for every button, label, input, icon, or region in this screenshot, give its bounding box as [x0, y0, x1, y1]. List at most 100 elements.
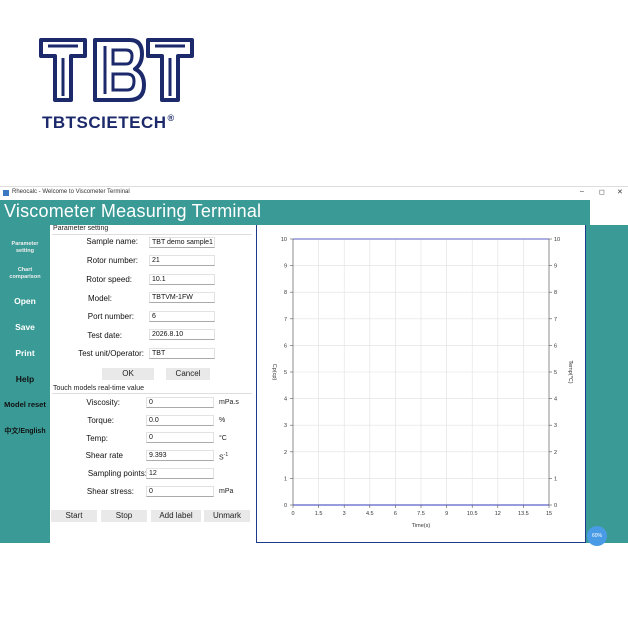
app-window: Rheocalc - Welcome to Viscometer Termina…	[0, 186, 628, 546]
rotor-speed-field[interactable]: 10.1	[149, 274, 215, 285]
y-tick-label-left: 2	[284, 450, 287, 456]
y-tick-label-right: 10	[554, 237, 560, 243]
x-tick-label: 12	[495, 511, 501, 517]
unmark-button[interactable]: Unmark	[204, 510, 250, 522]
start-button[interactable]: Start	[51, 510, 97, 522]
maximize-button[interactable]: ◻	[599, 188, 605, 196]
sampling-points-label: Sampling points:	[87, 469, 147, 478]
header-extension	[590, 200, 628, 225]
y-tick-label-left: 4	[284, 397, 287, 403]
y-tick-label-left: 3	[284, 423, 287, 429]
y-tick-label-left: 5	[284, 370, 287, 376]
x-tick-label: 3	[343, 511, 346, 517]
viscosity-field[interactable]: 0	[146, 397, 214, 408]
window-title: Rheocalc - Welcome to Viscometer Termina…	[12, 189, 130, 195]
ok-button[interactable]: OK	[102, 368, 154, 380]
x-tick-label: 7.5	[417, 511, 425, 517]
cancel-button[interactable]: Cancel	[166, 368, 210, 380]
x-tick-label: 6	[394, 511, 397, 517]
add-label-button[interactable]: Add label	[151, 510, 201, 522]
sidebar-item-help[interactable]: Help	[0, 374, 50, 384]
y-tick-label-left: 6	[284, 343, 287, 349]
port-number-label: Port number:	[87, 312, 134, 321]
y-tick-label-right: 6	[554, 343, 557, 349]
screenshot-page: TBTSCIETECH® Rheocalc - Welcome to Visco…	[0, 0, 628, 628]
test-date-field[interactable]: 2026.8.10	[149, 329, 215, 340]
model-label: Model:	[87, 294, 112, 303]
rotor-number-field[interactable]: 21	[149, 255, 215, 266]
y-tick-label-left: 9	[284, 264, 287, 270]
sidebar-item-chart-comparison[interactable]: Chart comparison	[0, 267, 50, 280]
rotor-speed-label: Rotor speed:	[86, 275, 132, 284]
y-tick-label-right: 1	[554, 476, 557, 482]
window-titlebar: Rheocalc - Welcome to Viscometer Termina…	[0, 187, 628, 199]
torque-label: Torque:	[87, 416, 114, 425]
realtime-group-title: Touch models real-time value	[53, 385, 145, 392]
app-header: Viscometer Measuring Terminal	[0, 200, 590, 225]
shear-rate-field[interactable]: 9.393	[146, 450, 214, 461]
sidebar-item-open[interactable]: Open	[0, 296, 50, 306]
sidebar-item-label: comparison	[9, 273, 41, 280]
minimize-button[interactable]: –	[580, 188, 584, 195]
sidebar-item-language[interactable]: 中文/English	[0, 426, 50, 436]
x-tick-label: 1.5	[315, 511, 323, 517]
viscosity-label: Viscosity:	[86, 398, 120, 407]
right-strip	[586, 225, 628, 543]
sidebar-item-label: setting	[15, 247, 35, 254]
port-number-field[interactable]: 6	[149, 311, 215, 322]
x-axis-label: Time(s)	[412, 523, 431, 529]
rotor-number-label: Rotor number:	[86, 256, 138, 265]
sidebar-item-print[interactable]: Print	[0, 348, 50, 358]
y-tick-label-right: 3	[554, 423, 557, 429]
y-tick-label-left: 7	[284, 317, 287, 323]
viscosity-unit: mPa.s	[219, 399, 239, 406]
y-tick-label-right: 4	[554, 397, 557, 403]
y-tick-label-right: 0	[554, 503, 557, 509]
sidebar-item-model-reset[interactable]: Model reset	[0, 400, 50, 409]
model-field[interactable]: TBTVM-1FW	[149, 292, 215, 303]
test-date-label: Test date:	[87, 331, 122, 340]
sampling-points-field[interactable]: 12	[146, 468, 214, 479]
x-tick-label: 10.5	[467, 511, 478, 517]
y-tick-label-right: 5	[554, 370, 557, 376]
x-tick-label: 15	[546, 511, 552, 517]
stop-button[interactable]: Stop	[101, 510, 147, 522]
shear-rate-unit: S-1	[219, 452, 228, 461]
sample-name-field[interactable]: TBT demo sample1	[149, 237, 215, 248]
y-tick-label-left: 8	[284, 290, 287, 296]
sidebar: Parameter setting Chart comparison Open …	[0, 225, 50, 543]
chart-panel: 0 1.5 3 4.5 6 7.5 9 10.5 12 13.5 15 0 0 1 1 2 2 3 3 4 4 5 5 6 6 7…	[256, 225, 586, 543]
temp-label: Temp:	[86, 434, 108, 443]
registered-mark: ®	[167, 113, 175, 124]
y-tick-label-right: 9	[554, 264, 557, 270]
shear-stress-unit: mPa	[219, 488, 234, 495]
torque-unit: %	[219, 417, 226, 424]
y-tick-label-left: 10	[281, 237, 287, 243]
realtime-chart: 0 1.5 3 4.5 6 7.5 9 10.5 12 13.5 150 01 12 23 34 45 56 67…	[271, 237, 573, 529]
temp-unit: °C	[219, 435, 227, 442]
temp-field[interactable]: 0	[146, 432, 214, 443]
x-tick-label: 13.5	[518, 511, 529, 517]
sidebar-item-parameter-setting[interactable]: Parameter setting	[0, 241, 50, 254]
x-tick-label: 9	[445, 511, 448, 517]
operator-field[interactable]: TBT	[149, 348, 215, 359]
y-tick-label-left: 0	[284, 503, 287, 509]
y-tick-label-right: 8	[554, 290, 557, 296]
y-tick-label-right: 2	[554, 450, 557, 456]
tbt-logo-mark	[39, 38, 194, 102]
shear-rate-unit-exponent: -1	[223, 452, 229, 458]
x-tick-label: 4.5	[366, 511, 374, 517]
close-button[interactable]: ✕	[617, 188, 623, 196]
torque-field[interactable]: 0.0	[146, 415, 214, 426]
y-tick-label-left: 1	[284, 476, 287, 482]
divider	[52, 234, 252, 235]
sidebar-item-save[interactable]: Save	[0, 322, 50, 332]
brand-name-text: TBTSCIETECH	[42, 113, 167, 132]
shear-stress-field[interactable]: 0	[146, 486, 214, 497]
parameter-panel: Parameter setting Sample name: TBT demo …	[50, 225, 254, 543]
y-tick-label-right: 7	[554, 317, 557, 323]
y-axis-label-left: Cp(cp)	[271, 364, 277, 381]
floating-zoom-button[interactable]: 60%	[587, 526, 607, 546]
operator-label: Test unit/Operator:	[78, 349, 144, 358]
shear-rate-label: Shear rate	[85, 451, 123, 460]
